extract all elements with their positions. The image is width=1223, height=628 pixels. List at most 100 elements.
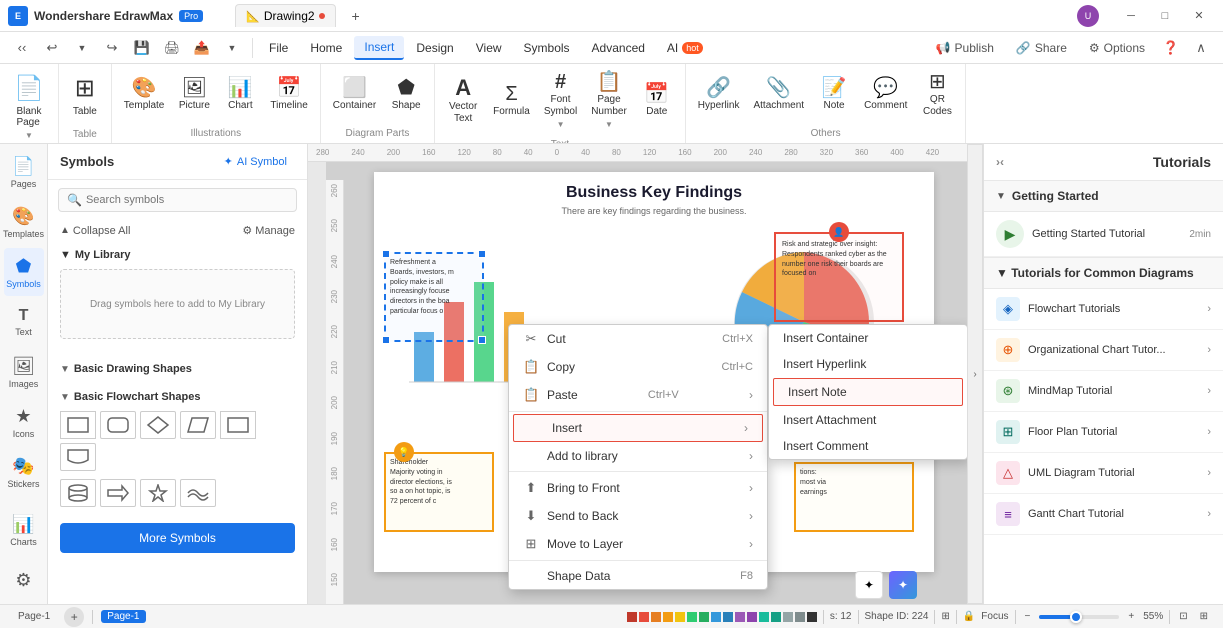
note-btn[interactable]: 📝 Note — [812, 74, 856, 116]
tutorial-uml[interactable]: △ UML Diagram Tutorial › — [984, 453, 1223, 494]
context-paste[interactable]: 📋 Paste Ctrl+V › — [509, 381, 767, 409]
expand-view-btn[interactable]: ⊞ — [1197, 611, 1211, 622]
shape-diamond[interactable] — [140, 411, 176, 439]
redo-btn[interactable]: ↪ — [98, 34, 126, 62]
page-1-btn[interactable]: Page-1 — [12, 610, 56, 623]
swatch-4[interactable] — [663, 612, 673, 622]
tutorial-gantt[interactable]: ≡ Gantt Chart Tutorial › — [984, 494, 1223, 535]
swatch-6[interactable] — [687, 612, 697, 622]
sidebar-symbols[interactable]: ⬟ Symbols — [4, 248, 44, 296]
selected-shape-1[interactable]: Refreshment aBoards, investors, mpolicy … — [384, 252, 484, 342]
shape-rect[interactable] — [60, 411, 96, 439]
help-btn[interactable]: ❓ — [1157, 34, 1185, 62]
getting-started-header[interactable]: ▼ Getting Started — [984, 181, 1223, 212]
timeline-btn[interactable]: 📅 Timeline — [264, 74, 313, 116]
sidebar-pages[interactable]: 📄 Pages — [4, 148, 44, 196]
swatch-8[interactable] — [711, 612, 721, 622]
collapse-ribbon-btn[interactable]: ∧ — [1187, 34, 1215, 62]
close-btn[interactable]: ✕ — [1183, 6, 1215, 26]
collapse-left-btn[interactable]: ‹‹ — [8, 34, 36, 62]
page-number-btn[interactable]: 📋 PageNumber ▼ — [585, 68, 633, 133]
menu-design[interactable]: Design — [406, 37, 463, 59]
submenu-insert-note[interactable]: Insert Note — [773, 378, 963, 406]
shape-rounded-rect[interactable] — [100, 411, 136, 439]
submenu-insert-attachment[interactable]: Insert Attachment — [769, 407, 967, 433]
options-btn[interactable]: ⚙ Options — [1079, 37, 1155, 59]
chart-btn[interactable]: 📊 Chart — [218, 74, 262, 116]
export-btn[interactable]: 📤 — [188, 34, 216, 62]
swatch-16[interactable] — [807, 612, 817, 622]
ai-symbol-btn[interactable]: ✦ AI Symbol — [216, 152, 295, 171]
basic-drawing-title[interactable]: ▼ Basic Drawing Shapes — [60, 359, 295, 379]
selection-handle-br[interactable] — [478, 336, 486, 344]
maximize-btn[interactable]: □ — [1149, 6, 1181, 26]
collapse-all-btn[interactable]: ▲ Collapse All — [60, 225, 130, 237]
swatch-11[interactable] — [747, 612, 757, 622]
sidebar-icons[interactable]: ★ Icons — [4, 398, 44, 446]
swatch-1[interactable] — [627, 612, 637, 622]
canvas-area[interactable]: 280 240 200 160 120 80 40 0 40 80 120 16… — [308, 144, 967, 604]
new-tab-btn[interactable]: + — [342, 2, 370, 30]
shape-parallelogram[interactable] — [180, 411, 216, 439]
basic-flowchart-title[interactable]: ▼ Basic Flowchart Shapes — [60, 387, 295, 407]
right-collapse-btn[interactable]: › — [967, 144, 983, 604]
context-bring-to-front[interactable]: ⬆ Bring to Front › — [509, 474, 767, 502]
shape-doc[interactable] — [60, 443, 96, 471]
page-active-indicator[interactable]: Page-1 — [101, 610, 145, 623]
menu-view[interactable]: View — [466, 37, 512, 59]
minimize-btn[interactable]: ─ — [1115, 6, 1147, 26]
picture-btn[interactable]: 🖼 Picture — [172, 74, 216, 116]
swatch-3[interactable] — [651, 612, 661, 622]
shape-4[interactable]: tions:most viaearnings — [794, 462, 914, 532]
shape-3[interactable]: ShareholderMajority voting indirector el… — [384, 452, 494, 532]
sidebar-stickers[interactable]: 🎭 Stickers — [4, 448, 44, 496]
comment-btn[interactable]: 💬 Comment — [858, 74, 913, 116]
container-btn[interactable]: ⬜ Container — [327, 74, 382, 116]
table-btn[interactable]: ⊞ Table — [65, 68, 105, 123]
swatch-14[interactable] — [783, 612, 793, 622]
selection-handle-tl[interactable] — [382, 250, 390, 258]
sparkle-icon-1[interactable]: ✦ — [855, 571, 883, 599]
context-insert[interactable]: Insert › — [513, 414, 763, 442]
menu-insert[interactable]: Insert — [354, 36, 404, 60]
shape-rect2[interactable] — [220, 411, 256, 439]
my-library-title[interactable]: ▼ My Library — [60, 249, 295, 261]
share-btn[interactable]: 🔗 Share — [1006, 37, 1077, 59]
template-btn[interactable]: 🎨 Template — [118, 74, 171, 116]
menu-home[interactable]: Home — [300, 37, 352, 59]
tab-drawing[interactable]: 📐 Drawing2 — [235, 4, 335, 27]
font-symbol-btn[interactable]: # FontSymbol ▼ — [538, 68, 583, 133]
shape-arrow-right[interactable] — [100, 479, 136, 507]
tutorials-common-header[interactable]: ▼ Tutorials for Common Diagrams — [984, 257, 1223, 289]
tutorial-floor-plan[interactable]: ⊞ Floor Plan Tutorial › — [984, 412, 1223, 453]
zoom-out-btn[interactable]: − — [1022, 611, 1034, 622]
avatar[interactable]: U — [1077, 5, 1099, 27]
manage-btn[interactable]: ⚙ Manage — [242, 224, 295, 237]
fit-page-btn[interactable]: ⊡ — [1176, 611, 1190, 622]
context-move-to-layer[interactable]: ⊞ Move to Layer › — [509, 530, 767, 558]
shape-2[interactable]: Risk and strategic over insight:Responde… — [774, 232, 904, 322]
tutorial-flowchart[interactable]: ◈ Flowchart Tutorials › — [984, 289, 1223, 330]
menu-file[interactable]: File — [259, 37, 298, 59]
print-btn[interactable]: 🖨 — [158, 34, 186, 62]
sidebar-settings[interactable]: ⚙ — [4, 556, 44, 604]
quick-access-btn[interactable]: ▼ — [218, 34, 246, 62]
sidebar-images[interactable]: 🖼 Images — [4, 348, 44, 396]
blank-page-btn[interactable]: 📄 BlankPage ▼ — [6, 68, 52, 144]
shape-cylinder[interactable] — [60, 479, 96, 507]
date-btn[interactable]: 📅 Date — [635, 80, 679, 122]
swatch-9[interactable] — [723, 612, 733, 622]
swatch-13[interactable] — [771, 612, 781, 622]
context-copy[interactable]: 📋 Copy Ctrl+C — [509, 353, 767, 381]
submenu-insert-hyperlink[interactable]: Insert Hyperlink — [769, 351, 967, 377]
hyperlink-btn[interactable]: 🔗 Hyperlink — [692, 74, 746, 116]
context-add-to-library[interactable]: Add to library › — [509, 443, 767, 469]
selection-handle-bl[interactable] — [382, 336, 390, 344]
swatch-15[interactable] — [795, 612, 805, 622]
add-page-btn[interactable]: + — [64, 607, 84, 627]
undo-btn[interactable]: ↩ — [38, 34, 66, 62]
sidebar-text[interactable]: T Text — [4, 298, 44, 346]
submenu-insert-comment[interactable]: Insert Comment — [769, 433, 967, 459]
context-shape-data[interactable]: Shape Data F8 — [509, 563, 767, 589]
tutorial-org-chart[interactable]: ⊕ Organizational Chart Tutor... › — [984, 330, 1223, 371]
